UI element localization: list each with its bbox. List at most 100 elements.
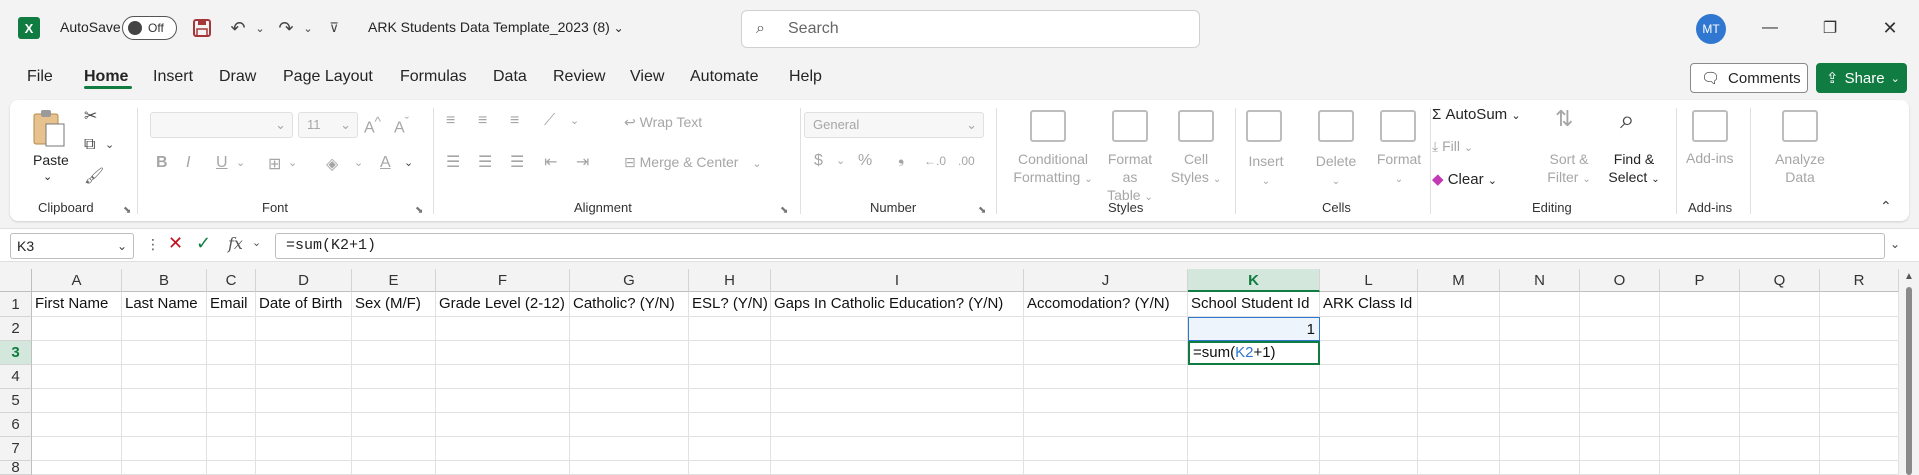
cell-p4[interactable] <box>1660 365 1740 389</box>
autosum-button[interactable]: Σ AutoSum ⌄ <box>1432 106 1521 123</box>
column-header-q[interactable]: Q <box>1740 269 1820 292</box>
cell-d4[interactable] <box>256 365 352 389</box>
fill-color-dropdown-icon[interactable]: ⌄ <box>354 156 363 169</box>
cell-d3[interactable] <box>256 341 352 365</box>
cell-a7[interactable] <box>32 437 122 461</box>
tab-data[interactable]: Data <box>493 68 527 86</box>
font-color-dropdown-icon[interactable]: ⌄ <box>404 156 413 169</box>
cell-f2[interactable] <box>436 317 570 341</box>
cell-b4[interactable] <box>122 365 207 389</box>
cell-e4[interactable] <box>352 365 436 389</box>
currency-dropdown-icon[interactable]: ⌄ <box>836 154 845 167</box>
cell-n4[interactable] <box>1500 365 1580 389</box>
column-header-g[interactable]: G <box>570 269 689 292</box>
column-header-o[interactable]: O <box>1580 269 1660 292</box>
paste-icon[interactable] <box>30 108 66 147</box>
cell-b2[interactable] <box>122 317 207 341</box>
find-select-icon[interactable]: ⌕ <box>1620 104 1635 136</box>
name-box[interactable]: K3 ⌄ <box>10 233 134 259</box>
cell-q1[interactable] <box>1740 292 1820 317</box>
cell-a3[interactable] <box>32 341 122 365</box>
cell-m6[interactable] <box>1418 413 1500 437</box>
column-header-a[interactable]: A <box>32 269 122 292</box>
cell-styles-button[interactable]: Cell Styles ⌄ <box>1168 150 1224 189</box>
format-as-table-button[interactable]: Format as Table ⌄ <box>1100 150 1160 207</box>
cell-l7[interactable] <box>1320 437 1418 461</box>
format-painter-icon[interactable]: 🖌 <box>84 166 104 186</box>
bold-icon[interactable]: B <box>156 154 168 172</box>
cell-o2[interactable] <box>1580 317 1660 341</box>
cell-e2[interactable] <box>352 317 436 341</box>
cell-m4[interactable] <box>1418 365 1500 389</box>
align-top-icon[interactable]: ≡ <box>446 112 455 130</box>
cell-m3[interactable] <box>1418 341 1500 365</box>
cell-k3[interactable]: =sum(K2+1) <box>1188 341 1320 365</box>
add-ins-icon[interactable] <box>1692 110 1728 142</box>
cell-r5[interactable] <box>1820 389 1899 413</box>
cell-h1[interactable]: ESL? (Y/N) <box>689 292 771 317</box>
search-input[interactable]: ⌕ Search <box>741 10 1200 48</box>
restore-icon[interactable]: ❐ <box>1815 14 1845 42</box>
cell-o5[interactable] <box>1580 389 1660 413</box>
cell-e8[interactable] <box>352 461 436 475</box>
decrease-decimal-icon[interactable]: .00 <box>958 154 975 168</box>
row-header-8[interactable]: 8 <box>0 460 32 475</box>
increase-indent-icon[interactable]: ⇥ <box>576 152 589 172</box>
cell-q5[interactable] <box>1740 389 1820 413</box>
cell-h5[interactable] <box>689 389 771 413</box>
tab-view[interactable]: View <box>630 68 664 86</box>
cell-r3[interactable] <box>1820 341 1899 365</box>
cell-f4[interactable] <box>436 365 570 389</box>
cell-b7[interactable] <box>122 437 207 461</box>
cell-j5[interactable] <box>1024 389 1188 413</box>
column-header-f[interactable]: F <box>436 269 570 292</box>
cell-r7[interactable] <box>1820 437 1899 461</box>
cell-l6[interactable] <box>1320 413 1418 437</box>
align-center-icon[interactable]: ☰ <box>478 152 492 172</box>
cell-c8[interactable] <box>207 461 256 475</box>
cell-f7[interactable] <box>436 437 570 461</box>
cell-l2[interactable] <box>1320 317 1418 341</box>
cell-n1[interactable] <box>1500 292 1580 317</box>
cell-k2[interactable]: 1 <box>1188 317 1320 341</box>
cell-i8[interactable] <box>771 461 1024 475</box>
conditional-formatting-button[interactable]: Conditional Formatting ⌄ <box>1008 150 1098 189</box>
column-header-l[interactable]: L <box>1320 269 1418 292</box>
cell-f8[interactable] <box>436 461 570 475</box>
delete-cells-icon[interactable] <box>1318 110 1354 142</box>
cell-r2[interactable] <box>1820 317 1899 341</box>
clipboard-launcher-icon[interactable]: ⬊ <box>123 205 131 216</box>
cell-k8[interactable] <box>1188 461 1320 475</box>
number-format-dropdown[interactable]: General ⌄ <box>804 112 984 138</box>
analyze-data-icon[interactable] <box>1782 110 1818 142</box>
merge-center-button[interactable]: ⊟ Merge & Center ⌄ <box>624 154 762 171</box>
cell-g8[interactable] <box>570 461 689 475</box>
cell-e3[interactable] <box>352 341 436 365</box>
cell-r4[interactable] <box>1820 365 1899 389</box>
row-header-4[interactable]: 4 <box>0 365 32 389</box>
cell-n6[interactable] <box>1500 413 1580 437</box>
column-header-n[interactable]: N <box>1500 269 1580 292</box>
cell-m7[interactable] <box>1418 437 1500 461</box>
cell-p7[interactable] <box>1660 437 1740 461</box>
cell-l4[interactable] <box>1320 365 1418 389</box>
fill-color-icon[interactable]: ◈ <box>326 154 338 174</box>
decrease-font-icon[interactable]: Aˇ <box>394 114 409 137</box>
cell-o3[interactable] <box>1580 341 1660 365</box>
cell-n5[interactable] <box>1500 389 1580 413</box>
document-title[interactable]: ARK Students Data Template_2023 (8) ⌄ <box>368 19 624 35</box>
scrollbar-thumb[interactable] <box>1906 287 1912 475</box>
align-left-icon[interactable]: ☰ <box>446 152 460 172</box>
close-icon[interactable]: ✕ <box>1875 14 1905 42</box>
column-header-r[interactable]: R <box>1820 269 1899 292</box>
cell-j4[interactable] <box>1024 365 1188 389</box>
cell-c1[interactable]: Email <box>207 292 256 317</box>
expand-formula-bar-icon[interactable]: ⌄ <box>1890 237 1900 251</box>
cell-h6[interactable] <box>689 413 771 437</box>
column-header-h[interactable]: H <box>689 269 771 292</box>
cell-a4[interactable] <box>32 365 122 389</box>
row-header-2[interactable]: 2 <box>0 317 32 341</box>
tab-file[interactable]: File <box>27 68 53 86</box>
fx-dropdown-icon[interactable]: ⌄ <box>252 236 261 249</box>
cell-o7[interactable] <box>1580 437 1660 461</box>
